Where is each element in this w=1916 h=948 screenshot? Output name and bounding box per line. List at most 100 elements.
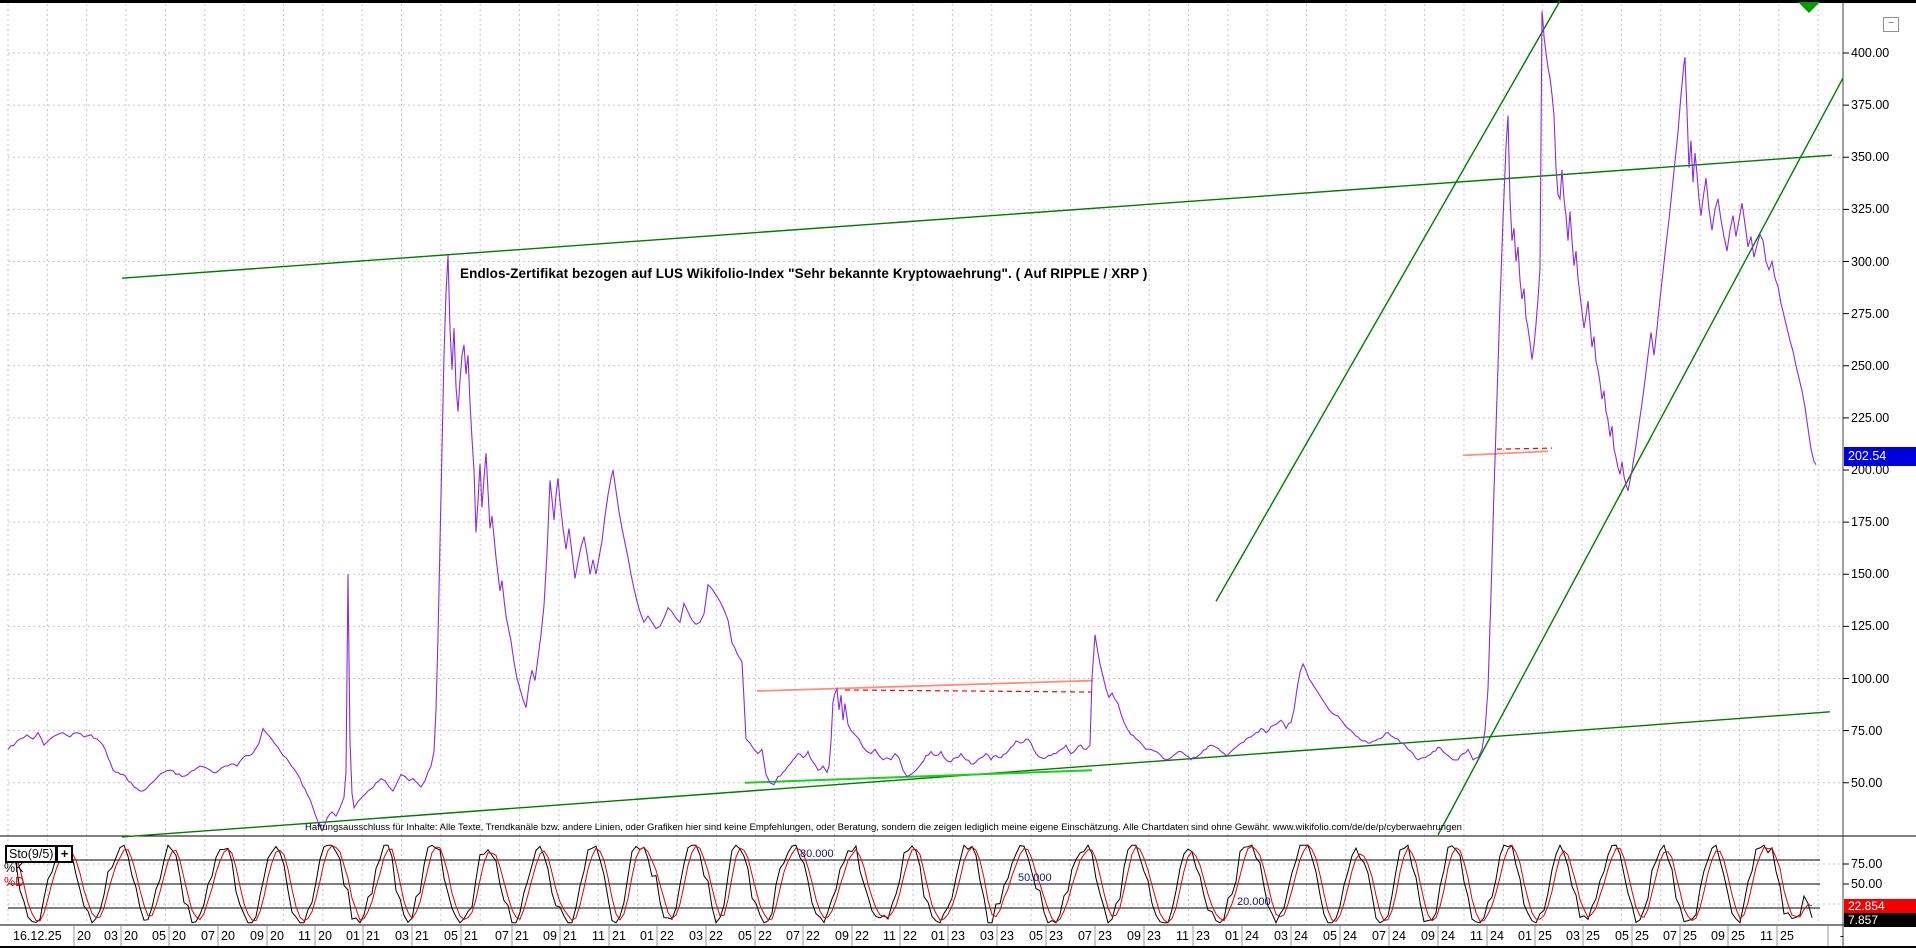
x-axis-label: 20: [172, 929, 186, 943]
x-axis-label: 09: [543, 929, 557, 943]
resistance-salmon-1: [757, 681, 1093, 691]
collapse-main-chart-button[interactable]: −: [1883, 17, 1899, 32]
x-axis-label: 07: [786, 929, 800, 943]
x-axis-label: 21: [515, 929, 529, 943]
x-axis-label: 01: [346, 929, 360, 943]
x-axis-label: 21: [563, 929, 577, 943]
x-axis-label: 21: [612, 929, 626, 943]
x-axis-label: 24: [1294, 929, 1308, 943]
stochastic-k-value-tag: 7.857: [1844, 913, 1916, 927]
x-axis-label: 20: [270, 929, 284, 943]
price-line: [8, 11, 1816, 830]
x-axis-label: 24: [1343, 929, 1357, 943]
x-axis-label: 05: [1029, 929, 1043, 943]
y-axis-label: 50.00: [1851, 777, 1913, 790]
y-axis-label: 150.00: [1851, 568, 1913, 581]
x-axis-label: 24: [1441, 929, 1455, 943]
sto-axis-label: 75.00: [1851, 858, 1913, 871]
resistance-dashed-2: [1497, 448, 1552, 449]
x-axis-label: 11: [1176, 929, 1189, 943]
x-axis-label: 05: [444, 929, 458, 943]
y-axis-label: 325.00: [1851, 203, 1913, 216]
y-axis-label: 400.00: [1851, 47, 1913, 60]
chart-plot-area[interactable]: [0, 0, 1916, 948]
x-axis-label: 25: [1538, 929, 1552, 943]
x-axis-label: 03: [395, 929, 409, 943]
upper-channel-line: [122, 155, 1832, 278]
stochastic-k-label: %K: [4, 861, 23, 875]
bright-support-segment: [745, 770, 1092, 783]
x-axis-label: 24: [1490, 929, 1504, 943]
x-axis-label: 03: [689, 929, 703, 943]
y-axis-label: 250.00: [1851, 360, 1913, 373]
x-axis-label: 22: [709, 929, 723, 943]
x-axis-label: 22: [660, 929, 674, 943]
green-arrow-marker: [1798, 2, 1820, 13]
x-axis-first-label: 16.12.25: [13, 929, 62, 943]
x-axis-label: 23: [1049, 929, 1063, 943]
x-axis-label: 20: [318, 929, 332, 943]
x-axis-label: 05: [1615, 929, 1629, 943]
x-axis-label: 20: [77, 929, 91, 943]
y-axis-label: 225.00: [1851, 412, 1913, 425]
x-axis-label: 22: [903, 929, 917, 943]
x-axis-label: 25: [1683, 929, 1697, 943]
sto-axis-label: 50.00: [1851, 878, 1913, 891]
resistance-dashed-1: [845, 690, 1092, 692]
x-axis-label: 07: [495, 929, 509, 943]
x-axis-label: 21: [464, 929, 478, 943]
sto-level-label: 20.000: [1237, 896, 1271, 908]
x-axis-label: 01: [1518, 929, 1532, 943]
x-axis-label: 09: [250, 929, 264, 943]
x-axis-label: 01: [1225, 929, 1239, 943]
y-axis-label: 125.00: [1851, 620, 1913, 633]
x-axis-label: 07: [1372, 929, 1386, 943]
y-axis-label: 350.00: [1851, 151, 1913, 164]
chart-window: Endlos-Zertifikat bezogen auf LUS Wikifo…: [0, 0, 1916, 948]
disclaimer-text: Haftungsausschluss für Inhalte: Alle Tex…: [305, 822, 1462, 833]
x-axis-label: 22: [855, 929, 869, 943]
x-axis-label: 22: [758, 929, 772, 943]
x-axis-label: 20: [124, 929, 138, 943]
x-axis-label: 09: [835, 929, 849, 943]
x-axis-label: 22: [806, 929, 820, 943]
last-price-tag: 202.54: [1844, 447, 1916, 466]
x-axis-label: 25: [1731, 929, 1745, 943]
x-axis-label: 25: [1780, 929, 1794, 943]
chart-canvas: [0, 0, 1916, 948]
collapse-indicator-button[interactable]: -: [1834, 928, 1850, 944]
x-axis-label: 11: [298, 929, 311, 943]
x-axis-label: 21: [415, 929, 429, 943]
x-axis-label: 03: [104, 929, 118, 943]
x-axis-label: 05: [1323, 929, 1337, 943]
x-axis-label: 23: [1147, 929, 1161, 943]
x-axis-label: 09: [1127, 929, 1141, 943]
x-axis-label: 07: [1078, 929, 1092, 943]
x-axis-label: 01: [931, 929, 945, 943]
sto-level-label: 80.000: [800, 848, 834, 860]
y-axis-label: 375.00: [1851, 99, 1913, 112]
x-axis-label: 05: [152, 929, 166, 943]
stochastic-d-value-tag: 22.854: [1844, 899, 1916, 913]
add-indicator-button[interactable]: +: [56, 845, 73, 863]
x-axis-label: 11: [1760, 929, 1773, 943]
stochastic-d-label: %D: [4, 875, 24, 889]
x-axis-label: 23: [1098, 929, 1112, 943]
chart-title: Endlos-Zertifikat bezogen auf LUS Wikifo…: [460, 266, 1147, 281]
x-axis-label: 03: [1274, 929, 1288, 943]
x-axis-label: 23: [951, 929, 965, 943]
x-axis-label: 11: [592, 929, 605, 943]
x-axis-label: 11: [883, 929, 896, 943]
x-axis-label: 07: [201, 929, 215, 943]
y-axis-label: 75.00: [1851, 725, 1913, 738]
x-axis-label: 20: [221, 929, 235, 943]
x-axis-label: 21: [366, 929, 380, 943]
x-axis-label: 25: [1586, 929, 1600, 943]
x-axis-label: 23: [1196, 929, 1210, 943]
y-axis-label: 275.00: [1851, 308, 1913, 321]
sto-level-label: 50.000: [1018, 872, 1052, 884]
x-axis-label: 05: [738, 929, 752, 943]
x-axis-label: 03: [980, 929, 994, 943]
x-axis-label: 24: [1392, 929, 1406, 943]
x-axis-label: 25: [1635, 929, 1649, 943]
